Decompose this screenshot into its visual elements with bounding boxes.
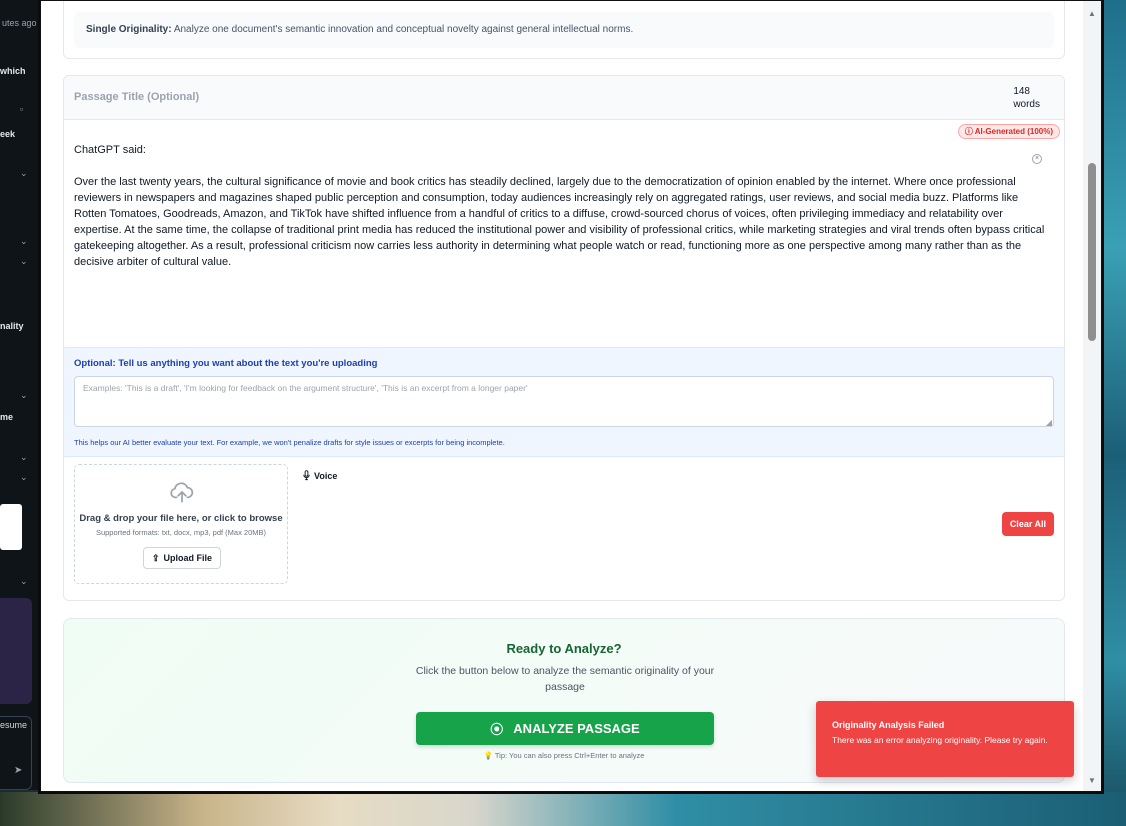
- send-icon: ➤: [14, 765, 23, 776]
- passage-title-input[interactable]: Passage Title (Optional): [74, 91, 199, 103]
- background-sidebar: utes ago which ▫ eek ⌄ ⌄ ⌄ nality ⌄ me ⌄…: [0, 0, 42, 790]
- title-row: Passage Title (Optional) 148 words: [64, 76, 1064, 120]
- chevron-down-icon: ⌄: [20, 168, 28, 178]
- background-beach: [0, 792, 1126, 826]
- context-input[interactable]: [74, 376, 1054, 427]
- word-count: 148 words: [1013, 85, 1040, 111]
- dropzone-formats: Supported formats: txt, docx, mp3, pdf (…: [95, 528, 267, 537]
- dropzone-title: Drag & drop your file here, or click to …: [79, 513, 283, 524]
- context-label: Optional: Tell us anything you want abou…: [74, 358, 378, 369]
- mode-card: Single Originality: Analyze one document…: [63, 1, 1065, 59]
- sidebar-icon: ▫: [20, 104, 24, 114]
- sidebar-fragment: which: [0, 66, 26, 76]
- sidebar-fragment: me: [0, 412, 14, 422]
- voice-label: Voice: [314, 470, 338, 481]
- file-dropzone[interactable]: Drag & drop your file here, or click to …: [74, 464, 288, 584]
- passage-line: ChatGPT said:: [74, 144, 146, 156]
- word-count-unit: words: [1013, 99, 1040, 110]
- cloud-upload-icon: [170, 482, 194, 503]
- chevron-down-icon: ⌄: [20, 472, 28, 482]
- thumbnail-card: [0, 504, 22, 550]
- lightbulb-icon: 💡: [483, 751, 493, 760]
- resize-grip-icon[interactable]: ◢: [1046, 418, 1052, 427]
- analyze-passage-button[interactable]: ⦿ ANALYZE PASSAGE: [416, 712, 714, 745]
- sidebar-fragment: esume: [0, 720, 28, 730]
- voice-button[interactable]: Voice: [302, 470, 337, 481]
- ai-badge-label: AI-Generated (100%): [974, 127, 1053, 136]
- sidebar-fragment: utes ago: [2, 18, 37, 28]
- vertical-scrollbar[interactable]: ▲ ▼: [1083, 1, 1101, 791]
- background-ocean: [1100, 0, 1126, 826]
- chevron-down-icon: ⌄: [20, 236, 28, 246]
- toast-body: There was an error analyzing originality…: [832, 735, 1048, 745]
- promo-panel: [0, 598, 32, 704]
- scroll-down-arrow-icon[interactable]: ▼: [1088, 776, 1096, 785]
- toast-title: Originality Analysis Failed: [832, 720, 945, 730]
- sidebar-fragment: eek: [0, 129, 16, 139]
- upload-file-button[interactable]: ⇪ Upload File: [143, 547, 222, 569]
- upload-icon: ⇪: [152, 552, 160, 563]
- chevron-down-icon: ⌄: [20, 256, 28, 266]
- sidebar-fragment: nality: [0, 321, 24, 331]
- error-toast[interactable]: Originality Analysis Failed There was an…: [816, 701, 1074, 777]
- target-icon: ⦿: [490, 722, 504, 737]
- main-content: Single Originality: Analyze one document…: [41, 1, 1085, 791]
- analyze-button-label: ANALYZE PASSAGE: [513, 721, 640, 736]
- passage-textarea[interactable]: ChatGPT said: Over the last twenty years…: [74, 142, 1050, 270]
- microphone-icon: [303, 470, 310, 481]
- passage-card: Passage Title (Optional) 148 words ⓘ AI-…: [63, 75, 1065, 601]
- analyze-description: Click the button below to analyze the se…: [415, 665, 715, 693]
- chevron-down-icon: ⌄: [20, 452, 28, 462]
- mode-text: Analyze one document's semantic innovati…: [173, 24, 634, 35]
- word-count-value: 148: [1013, 86, 1030, 97]
- app-window: Single Originality: Analyze one document…: [40, 0, 1102, 792]
- clear-all-button[interactable]: Clear All: [1001, 512, 1054, 536]
- chevron-down-icon: ⌄: [20, 390, 28, 400]
- chevron-down-icon: ⌄: [20, 576, 28, 586]
- mode-description: Single Originality: Analyze one document…: [74, 12, 1054, 48]
- context-panel: Optional: Tell us anything you want abou…: [64, 347, 1064, 457]
- ai-generated-badge: ⓘ AI-Generated (100%): [957, 124, 1060, 139]
- context-help: This helps our AI better evaluate your t…: [74, 438, 505, 447]
- scroll-up-arrow-icon[interactable]: ▲: [1088, 9, 1096, 18]
- passage-paragraph: Over the last twenty years, the cultural…: [74, 176, 1045, 268]
- upload-button-label: Upload File: [163, 553, 213, 563]
- analyze-title: Ready to Analyze?: [506, 641, 622, 656]
- mode-label: Single Originality:: [86, 24, 172, 35]
- info-icon: ⓘ: [964, 127, 975, 136]
- scroll-thumb[interactable]: [1088, 163, 1096, 341]
- analyze-tip-text: Tip: You can also press Ctrl+Enter to an…: [494, 751, 645, 760]
- chat-input-fragment: esume ➤: [0, 716, 32, 790]
